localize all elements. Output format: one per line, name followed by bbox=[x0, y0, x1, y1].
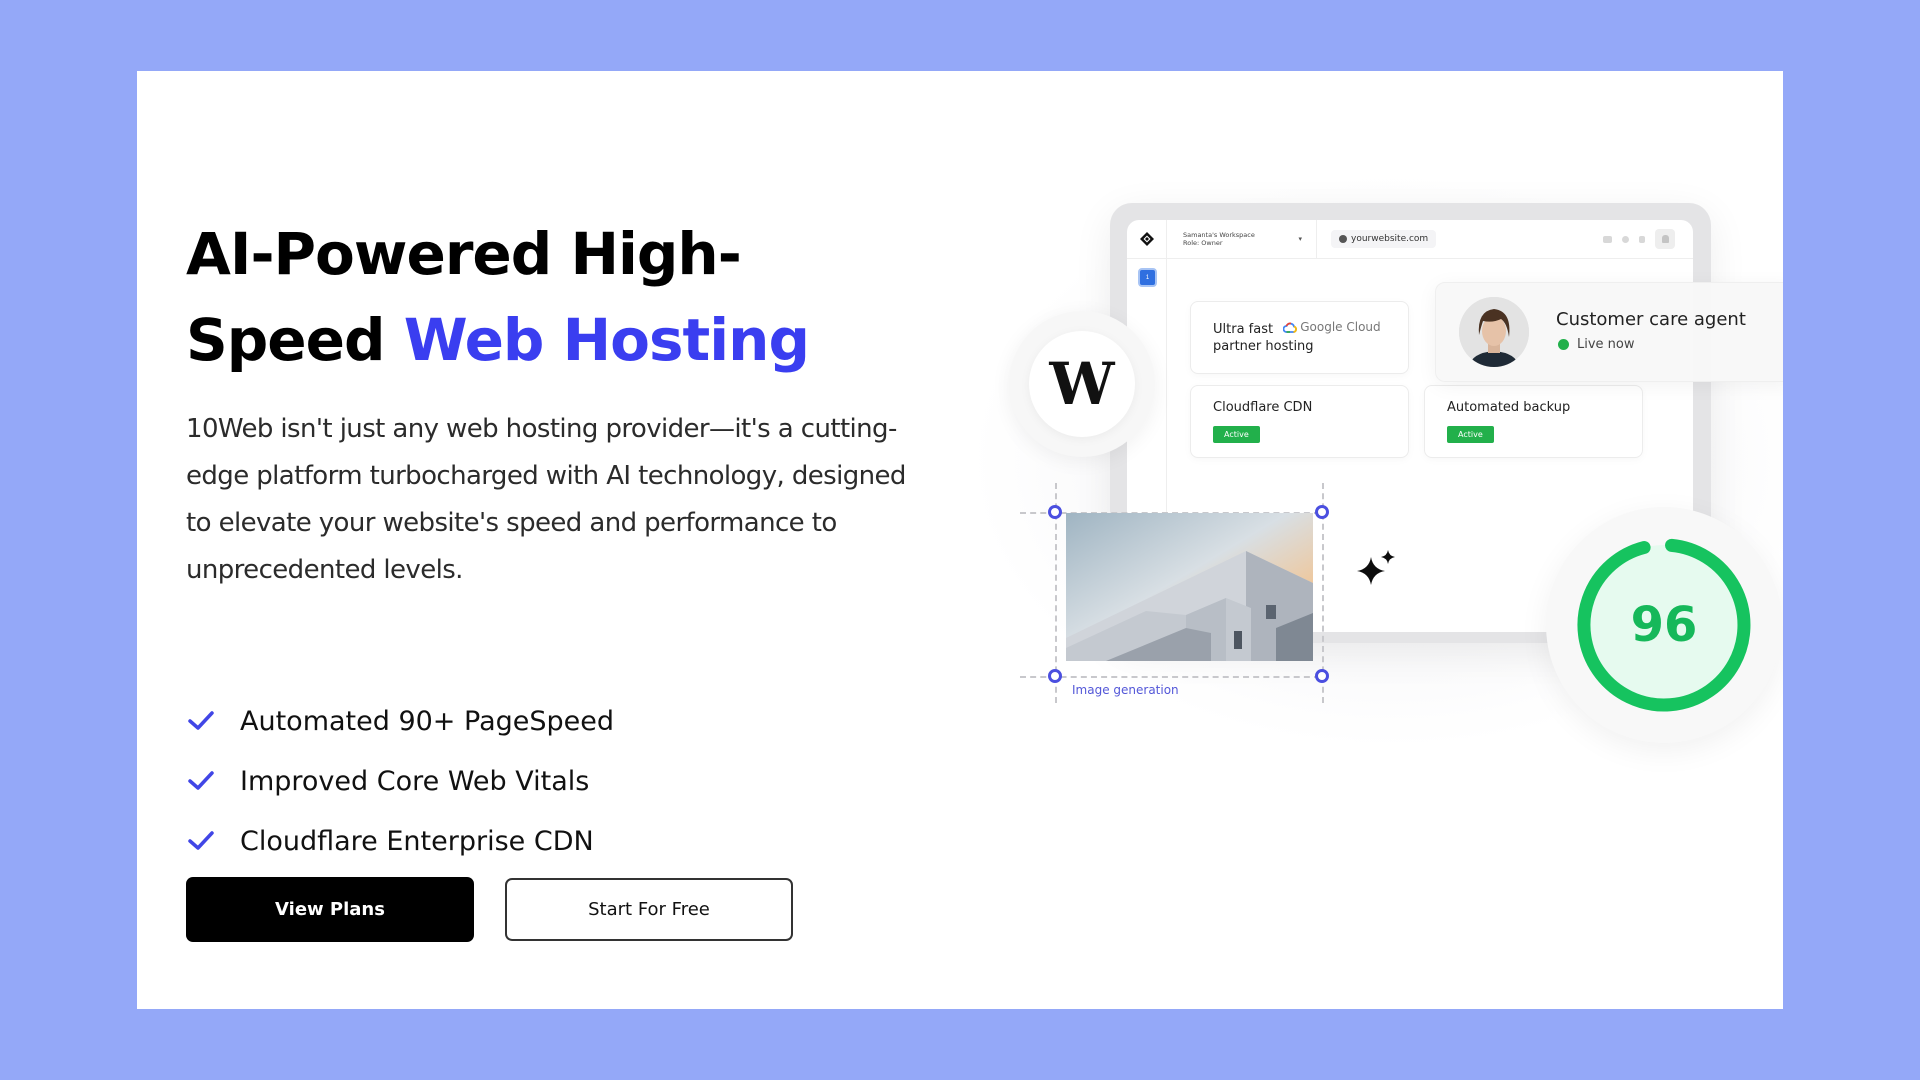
sidebar-site-badge: 1 bbox=[1138, 268, 1157, 287]
agent-status: Live now bbox=[1558, 337, 1635, 352]
customer-care-agent-card: Customer care agent Live now bbox=[1435, 282, 1783, 382]
workspace-role: Role: Owner bbox=[1183, 239, 1223, 247]
cdn-card-title: Cloudflare CDN bbox=[1213, 400, 1313, 415]
headline-accent: Web Hosting bbox=[403, 306, 810, 374]
website-url-text: yourwebsite.com bbox=[1351, 234, 1429, 244]
status-badge: Active bbox=[1447, 426, 1494, 443]
google-cloud-logo: Google Cloud bbox=[1283, 319, 1381, 336]
feature-item: Improved Core Web Vitals bbox=[186, 751, 614, 811]
feature-label: Automated 90+ PageSpeed bbox=[240, 705, 615, 737]
google-cloud-brand: Google Cloud bbox=[1300, 320, 1381, 334]
check-icon bbox=[186, 766, 216, 796]
agent-status-text: Live now bbox=[1577, 337, 1635, 352]
agent-title: Customer care agent bbox=[1556, 309, 1746, 330]
agent-avatar bbox=[1459, 297, 1529, 367]
chevron-down-icon: ▾ bbox=[1298, 236, 1302, 243]
feature-item: Cloudflare Enterprise CDN bbox=[186, 811, 614, 871]
google-card-suffix: partner hosting bbox=[1213, 339, 1314, 354]
pagespeed-score-gauge: 96 bbox=[1546, 507, 1782, 743]
live-status-dot-icon bbox=[1558, 339, 1569, 350]
google-card-prefix: Ultra fast bbox=[1213, 322, 1274, 337]
workspace-selector: Samanta's Workspace Role: Owner ▾ bbox=[1167, 220, 1317, 259]
hero-description: 10Web isn't just any web hosting provide… bbox=[186, 414, 906, 585]
wordpress-badge: W bbox=[1009, 311, 1155, 457]
hero-headline: AI-Powered High- Speed Web Hosting bbox=[186, 211, 906, 383]
check-icon bbox=[186, 826, 216, 856]
resize-handle[interactable] bbox=[1315, 505, 1329, 519]
headline-line1: AI-Powered High- bbox=[186, 220, 742, 288]
google-cloud-icon bbox=[1283, 322, 1298, 333]
header-icons bbox=[1603, 229, 1675, 249]
pagespeed-score: 96 bbox=[1630, 597, 1698, 653]
sparkle-icon bbox=[1355, 547, 1399, 596]
feature-label: Improved Core Web Vitals bbox=[240, 765, 590, 797]
headline-line2: Speed bbox=[186, 306, 404, 374]
image-generation-widget: Image generation bbox=[1020, 483, 1329, 703]
workspace-name: Samanta's Workspace bbox=[1183, 231, 1255, 239]
globe-icon bbox=[1339, 235, 1347, 243]
hero-card: AI-Powered High- Speed Web Hosting 10Web… bbox=[137, 71, 1783, 1009]
feature-label: Cloudflare Enterprise CDN bbox=[240, 825, 594, 857]
image-generation-caption: Image generation bbox=[1072, 683, 1179, 697]
resize-handle[interactable] bbox=[1315, 669, 1329, 683]
automated-backup-card: Automated backup Active bbox=[1424, 385, 1643, 458]
cloudflare-cdn-card: Cloudflare CDN Active bbox=[1190, 385, 1409, 458]
resize-handle[interactable] bbox=[1048, 505, 1062, 519]
check-icon bbox=[186, 706, 216, 736]
generated-building-image bbox=[1066, 513, 1313, 661]
resize-handle[interactable] bbox=[1048, 669, 1062, 683]
wordpress-logo-icon: W bbox=[1029, 331, 1135, 437]
view-plans-button[interactable]: View Plans bbox=[186, 877, 474, 942]
website-url: yourwebsite.com bbox=[1331, 230, 1437, 248]
feature-list: Automated 90+ PageSpeed Improved Core We… bbox=[186, 691, 614, 871]
tenweb-logo-icon bbox=[1127, 220, 1167, 259]
start-for-free-button[interactable]: Start For Free bbox=[505, 878, 793, 941]
users-icon bbox=[1603, 235, 1612, 243]
bell-icon bbox=[1639, 235, 1645, 243]
help-icon bbox=[1622, 235, 1629, 243]
guide-line bbox=[1020, 676, 1320, 678]
feature-item: Automated 90+ PageSpeed bbox=[186, 691, 614, 751]
dashboard-header: Samanta's Workspace Role: Owner ▾ yourwe… bbox=[1127, 220, 1693, 259]
google-cloud-card: Ultra fast Google Cloud partner hosting bbox=[1190, 301, 1409, 374]
backup-card-title: Automated backup bbox=[1447, 400, 1571, 415]
user-avatar-icon bbox=[1655, 229, 1675, 249]
status-badge: Active bbox=[1213, 426, 1260, 443]
